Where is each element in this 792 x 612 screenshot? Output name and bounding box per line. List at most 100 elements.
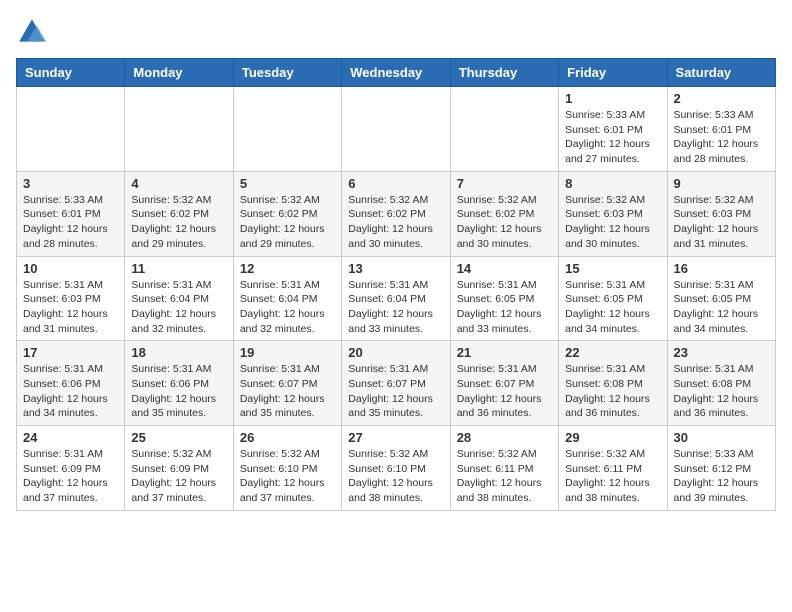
- calendar-cell: 27 Sunrise: 5:32 AM Sunset: 6:10 PM Dayli…: [342, 426, 450, 511]
- calendar-cell: 3 Sunrise: 5:33 AM Sunset: 6:01 PM Daylig…: [17, 171, 125, 256]
- calendar-cell: 23 Sunrise: 5:31 AM Sunset: 6:08 PM Dayli…: [667, 341, 775, 426]
- calendar-cell: 28 Sunrise: 5:32 AM Sunset: 6:11 PM Dayli…: [450, 426, 558, 511]
- day-info: Sunrise: 5:32 AM Sunset: 6:10 PM Dayligh…: [240, 447, 335, 506]
- day-number: 3: [23, 176, 118, 191]
- calendar-cell: [233, 87, 341, 172]
- day-info: Sunrise: 5:31 AM Sunset: 6:04 PM Dayligh…: [240, 278, 335, 337]
- day-info: Sunrise: 5:31 AM Sunset: 6:05 PM Dayligh…: [457, 278, 552, 337]
- day-info: Sunrise: 5:31 AM Sunset: 6:04 PM Dayligh…: [348, 278, 443, 337]
- weekday-header-wednesday: Wednesday: [342, 59, 450, 87]
- day-number: 1: [565, 91, 660, 106]
- day-info: Sunrise: 5:33 AM Sunset: 6:01 PM Dayligh…: [565, 108, 660, 167]
- calendar-cell: 14Sunrise: 5:31 AM Sunset: 6:05 PM Dayli…: [450, 256, 558, 341]
- day-info: Sunrise: 5:32 AM Sunset: 6:02 PM Dayligh…: [240, 193, 335, 252]
- day-number: 7: [457, 176, 552, 191]
- day-number: 13: [348, 261, 443, 276]
- calendar-cell: 13 Sunrise: 5:31 AM Sunset: 6:04 PM Dayli…: [342, 256, 450, 341]
- day-info: Sunrise: 5:33 AM Sunset: 6:01 PM Dayligh…: [23, 193, 118, 252]
- day-number: 5: [240, 176, 335, 191]
- day-number: 23: [674, 345, 769, 360]
- day-info: Sunrise: 5:31 AM Sunset: 6:06 PM Dayligh…: [23, 362, 118, 421]
- day-number: 26: [240, 430, 335, 445]
- day-info: Sunrise: 5:32 AM Sunset: 6:10 PM Dayligh…: [348, 447, 443, 506]
- weekday-header-friday: Friday: [559, 59, 667, 87]
- day-info: Sunrise: 5:32 AM Sunset: 6:11 PM Dayligh…: [457, 447, 552, 506]
- day-number: 18: [131, 345, 226, 360]
- calendar-cell: 26 Sunrise: 5:32 AM Sunset: 6:10 PM Dayli…: [233, 426, 341, 511]
- calendar-cell: [17, 87, 125, 172]
- day-info: Sunrise: 5:32 AM Sunset: 6:03 PM Dayligh…: [565, 193, 660, 252]
- day-info: Sunrise: 5:33 AM Sunset: 6:12 PM Dayligh…: [674, 447, 769, 506]
- day-info: Sunrise: 5:31 AM Sunset: 6:08 PM Dayligh…: [565, 362, 660, 421]
- day-number: 2: [674, 91, 769, 106]
- day-number: 9: [674, 176, 769, 191]
- calendar-cell: 30 Sunrise: 5:33 AM Sunset: 6:12 PM Dayli…: [667, 426, 775, 511]
- calendar-cell: 2 Sunrise: 5:33 AM Sunset: 6:01 PM Daylig…: [667, 87, 775, 172]
- day-number: 29: [565, 430, 660, 445]
- day-number: 6: [348, 176, 443, 191]
- calendar-week-3: 10Sunrise: 5:31 AM Sunset: 6:03 PM Dayli…: [17, 256, 776, 341]
- day-number: 27: [348, 430, 443, 445]
- calendar-cell: 17 Sunrise: 5:31 AM Sunset: 6:06 PM Dayli…: [17, 341, 125, 426]
- calendar-cell: 10Sunrise: 5:31 AM Sunset: 6:03 PM Dayli…: [17, 256, 125, 341]
- calendar-cell: 8 Sunrise: 5:32 AM Sunset: 6:03 PM Daylig…: [559, 171, 667, 256]
- day-info: Sunrise: 5:32 AM Sunset: 6:02 PM Dayligh…: [131, 193, 226, 252]
- day-number: 15: [565, 261, 660, 276]
- calendar-table: SundayMondayTuesdayWednesdayThursdayFrid…: [16, 58, 776, 511]
- calendar-cell: 21 Sunrise: 5:31 AM Sunset: 6:07 PM Dayli…: [450, 341, 558, 426]
- weekday-header-tuesday: Tuesday: [233, 59, 341, 87]
- page-header: [16, 16, 776, 48]
- calendar-cell: 18Sunrise: 5:31 AM Sunset: 6:06 PM Dayli…: [125, 341, 233, 426]
- day-info: Sunrise: 5:31 AM Sunset: 6:05 PM Dayligh…: [674, 278, 769, 337]
- calendar-cell: 11Sunrise: 5:31 AM Sunset: 6:04 PM Dayli…: [125, 256, 233, 341]
- day-info: Sunrise: 5:31 AM Sunset: 6:07 PM Dayligh…: [240, 362, 335, 421]
- day-number: 24: [23, 430, 118, 445]
- calendar-cell: 7 Sunrise: 5:32 AM Sunset: 6:02 PM Daylig…: [450, 171, 558, 256]
- day-number: 12: [240, 261, 335, 276]
- day-number: 25: [131, 430, 226, 445]
- day-number: 8: [565, 176, 660, 191]
- calendar-cell: 12 Sunrise: 5:31 AM Sunset: 6:04 PM Dayli…: [233, 256, 341, 341]
- calendar-cell: [342, 87, 450, 172]
- day-number: 30: [674, 430, 769, 445]
- day-number: 21: [457, 345, 552, 360]
- calendar-cell: 19Sunrise: 5:31 AM Sunset: 6:07 PM Dayli…: [233, 341, 341, 426]
- day-number: 16: [674, 261, 769, 276]
- calendar-cell: [125, 87, 233, 172]
- day-number: 28: [457, 430, 552, 445]
- day-info: Sunrise: 5:33 AM Sunset: 6:01 PM Dayligh…: [674, 108, 769, 167]
- calendar-week-5: 24 Sunrise: 5:31 AM Sunset: 6:09 PM Dayli…: [17, 426, 776, 511]
- day-info: Sunrise: 5:31 AM Sunset: 6:08 PM Dayligh…: [674, 362, 769, 421]
- calendar-cell: 25 Sunrise: 5:32 AM Sunset: 6:09 PM Dayli…: [125, 426, 233, 511]
- day-info: Sunrise: 5:31 AM Sunset: 6:05 PM Dayligh…: [565, 278, 660, 337]
- calendar-week-1: 1 Sunrise: 5:33 AM Sunset: 6:01 PM Daylig…: [17, 87, 776, 172]
- day-info: Sunrise: 5:31 AM Sunset: 6:07 PM Dayligh…: [348, 362, 443, 421]
- calendar-cell: 22 Sunrise: 5:31 AM Sunset: 6:08 PM Dayli…: [559, 341, 667, 426]
- day-number: 22: [565, 345, 660, 360]
- day-info: Sunrise: 5:31 AM Sunset: 6:07 PM Dayligh…: [457, 362, 552, 421]
- calendar-cell: 15 Sunrise: 5:31 AM Sunset: 6:05 PM Dayli…: [559, 256, 667, 341]
- weekday-header-monday: Monday: [125, 59, 233, 87]
- day-info: Sunrise: 5:32 AM Sunset: 6:02 PM Dayligh…: [457, 193, 552, 252]
- day-number: 20: [348, 345, 443, 360]
- weekday-header-sunday: Sunday: [17, 59, 125, 87]
- day-info: Sunrise: 5:32 AM Sunset: 6:09 PM Dayligh…: [131, 447, 226, 506]
- calendar-cell: 4 Sunrise: 5:32 AM Sunset: 6:02 PM Daylig…: [125, 171, 233, 256]
- calendar-cell: [450, 87, 558, 172]
- day-info: Sunrise: 5:31 AM Sunset: 6:03 PM Dayligh…: [23, 278, 118, 337]
- day-number: 17: [23, 345, 118, 360]
- day-info: Sunrise: 5:31 AM Sunset: 6:09 PM Dayligh…: [23, 447, 118, 506]
- day-info: Sunrise: 5:32 AM Sunset: 6:03 PM Dayligh…: [674, 193, 769, 252]
- calendar-cell: 24 Sunrise: 5:31 AM Sunset: 6:09 PM Dayli…: [17, 426, 125, 511]
- calendar-cell: 6Sunrise: 5:32 AM Sunset: 6:02 PM Daylig…: [342, 171, 450, 256]
- weekday-header-saturday: Saturday: [667, 59, 775, 87]
- day-number: 11: [131, 261, 226, 276]
- calendar-cell: 9 Sunrise: 5:32 AM Sunset: 6:03 PM Daylig…: [667, 171, 775, 256]
- logo-icon: [16, 16, 48, 48]
- calendar-cell: 5 Sunrise: 5:32 AM Sunset: 6:02 PM Daylig…: [233, 171, 341, 256]
- day-number: 4: [131, 176, 226, 191]
- calendar-week-2: 3 Sunrise: 5:33 AM Sunset: 6:01 PM Daylig…: [17, 171, 776, 256]
- day-info: Sunrise: 5:32 AM Sunset: 6:11 PM Dayligh…: [565, 447, 660, 506]
- weekday-header-row: SundayMondayTuesdayWednesdayThursdayFrid…: [17, 59, 776, 87]
- calendar-cell: 29 Sunrise: 5:32 AM Sunset: 6:11 PM Dayli…: [559, 426, 667, 511]
